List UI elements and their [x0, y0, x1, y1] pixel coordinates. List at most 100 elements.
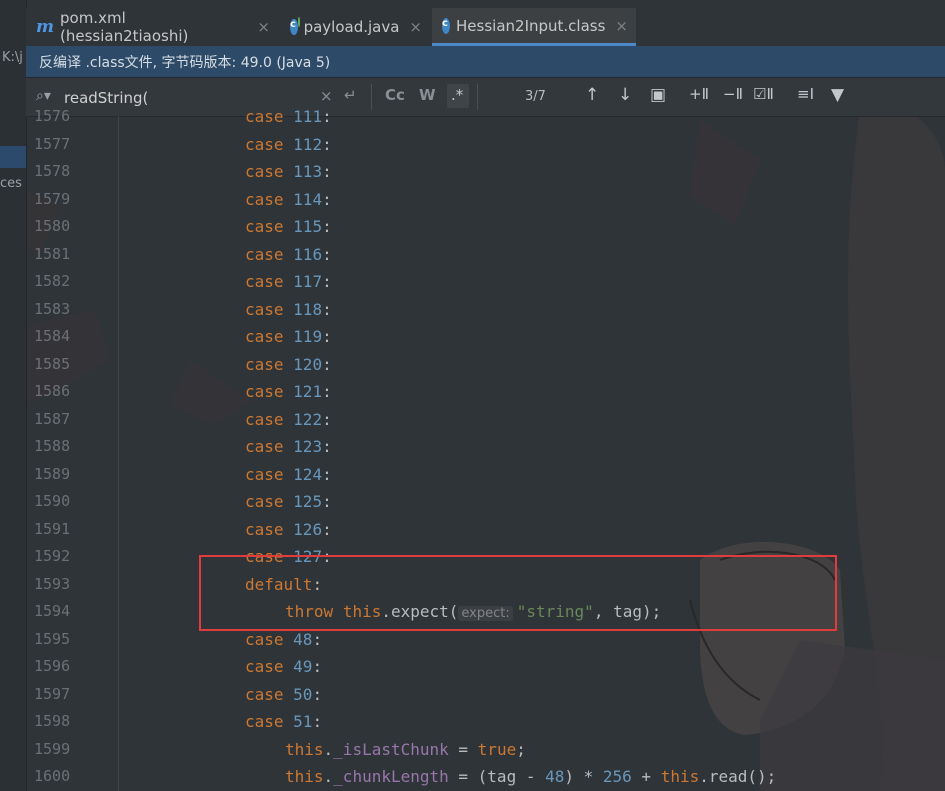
colon: :: [312, 684, 323, 704]
colon: :: [322, 382, 332, 401]
case-value: 112: [293, 134, 323, 154]
colon: :: [322, 327, 332, 346]
code-line: case 123:: [245, 437, 332, 456]
tab-payload-java[interactable]: c payload.java ×: [280, 8, 430, 46]
tab-label: Hessian2Input.class: [456, 16, 606, 35]
case-keyword: case: [245, 712, 284, 731]
case-keyword: case: [245, 189, 284, 209]
regex-button[interactable]: .*: [451, 86, 463, 104]
select-all-occurrences-icon[interactable]: ☑Ⅱ: [753, 85, 774, 103]
colon: :: [322, 492, 332, 511]
code-line: case 49:: [245, 657, 322, 676]
code-line: case 118:: [245, 300, 332, 319]
project-tree-selection[interactable]: [0, 146, 26, 168]
line-number: 1582: [34, 272, 71, 290]
open-in-window-icon[interactable]: ▣: [650, 85, 666, 105]
case-keyword: case: [245, 657, 284, 676]
tab-label: payload.java: [303, 18, 400, 36]
code-line: case 50:: [245, 685, 322, 704]
code-line: case 115:: [245, 217, 332, 236]
match-case-button[interactable]: Cc: [385, 86, 405, 104]
project-tree-item-label[interactable]: ces: [0, 176, 22, 191]
case-keyword: case: [245, 327, 284, 346]
code-line: case 121:: [245, 382, 332, 401]
colon: :: [322, 217, 332, 236]
dot: .: [323, 739, 334, 759]
words-button[interactable]: W: [419, 86, 436, 104]
colon: :: [322, 354, 332, 374]
case-value: 114: [293, 189, 323, 209]
case-keyword: case: [245, 272, 284, 291]
colon: :: [322, 519, 332, 539]
line-number: 1595: [34, 629, 71, 648]
case-value: 118: [293, 299, 323, 319]
code-line: case 116:: [245, 245, 332, 264]
previous-occurrence-icon[interactable]: ↑: [585, 85, 599, 105]
tab-hessian2input-class[interactable]: c Hessian2Input.class ×: [432, 8, 636, 46]
colon: :: [322, 189, 332, 209]
code-line: case 125:: [245, 492, 332, 511]
line-number: 1596: [34, 657, 71, 675]
case-value: 119: [293, 327, 323, 346]
line-number: 1590: [34, 492, 71, 510]
maven-icon: m: [36, 17, 54, 37]
case-value: 51: [293, 712, 313, 731]
colon: :: [322, 299, 332, 319]
search-icon[interactable]: ⌕▾: [36, 88, 51, 104]
this-keyword: this: [660, 767, 700, 786]
code-line: case 120:: [245, 355, 332, 374]
case-keyword: case: [245, 492, 284, 511]
colon: :: [322, 244, 332, 264]
find-bar: ⌕▾ × ↵ Cc W .* 3/7 ↑ ↓ ▣ +Ⅱ −Ⅱ ☑Ⅱ ≡Ⅰ ▼: [26, 78, 945, 117]
tab-pom-xml[interactable]: m pom.xml (hessian2tiaoshi) ×: [26, 8, 278, 46]
case-keyword: case: [245, 244, 284, 264]
next-occurrence-icon[interactable]: ↓: [618, 85, 632, 105]
case-keyword: case: [245, 437, 284, 456]
remove-occurrence-icon[interactable]: −Ⅱ: [723, 85, 743, 103]
add-occurrence-icon[interactable]: +Ⅱ: [689, 85, 709, 103]
code-line: this._isLastChunk = true;: [285, 739, 526, 759]
code-line: case 119:: [245, 327, 332, 346]
colon: :: [322, 162, 332, 181]
highlight-annotation-box: [199, 555, 837, 631]
line-number: 1594: [34, 602, 71, 620]
code-editor[interactable]: case 111: case 112: case 113: case 114: case…: [118, 107, 945, 791]
line-number: 1583: [34, 299, 71, 318]
colon: :: [312, 629, 323, 649]
method-call: .read();: [699, 767, 777, 786]
filter-icon[interactable]: ▼: [831, 85, 844, 105]
clear-search-icon[interactable]: ×: [320, 87, 333, 105]
decompiled-notice-banner: 反编译 .class文件, 字节码版本: 49.0 (Java 5): [26, 46, 945, 78]
case-keyword: case: [245, 464, 284, 484]
new-line-icon[interactable]: ↵: [344, 86, 357, 104]
close-icon[interactable]: ×: [257, 18, 270, 36]
code-line: case 112:: [245, 135, 332, 154]
case-value: 121: [293, 382, 323, 401]
line-number: 1585: [34, 354, 71, 373]
colon: :: [312, 657, 323, 676]
case-keyword: case: [245, 217, 284, 236]
line-number: 1600: [34, 767, 71, 785]
line-number: 1588: [34, 437, 71, 455]
case-keyword: case: [245, 354, 284, 374]
line-number: 1597: [34, 684, 71, 703]
case-keyword: case: [245, 684, 284, 704]
line-number: 1593: [34, 574, 71, 593]
case-value: 50: [293, 684, 313, 704]
case-value: 115: [293, 217, 323, 236]
colon: :: [322, 409, 332, 429]
code-line: case 51:: [245, 712, 322, 731]
close-icon[interactable]: ×: [615, 17, 628, 35]
colon: :: [322, 272, 332, 291]
line-number: 1599: [34, 739, 71, 758]
this-keyword: this: [285, 767, 324, 786]
case-keyword: case: [245, 134, 284, 154]
case-value: 116: [293, 244, 323, 264]
case-value: 49: [293, 657, 313, 676]
code-line: case 124:: [245, 465, 332, 484]
java-class-icon: c: [290, 19, 298, 35]
close-icon[interactable]: ×: [409, 18, 422, 36]
line-number: 1581: [34, 244, 71, 263]
case-value: 120: [293, 354, 323, 374]
filter-search-results-icon[interactable]: ≡Ⅰ: [797, 85, 814, 103]
